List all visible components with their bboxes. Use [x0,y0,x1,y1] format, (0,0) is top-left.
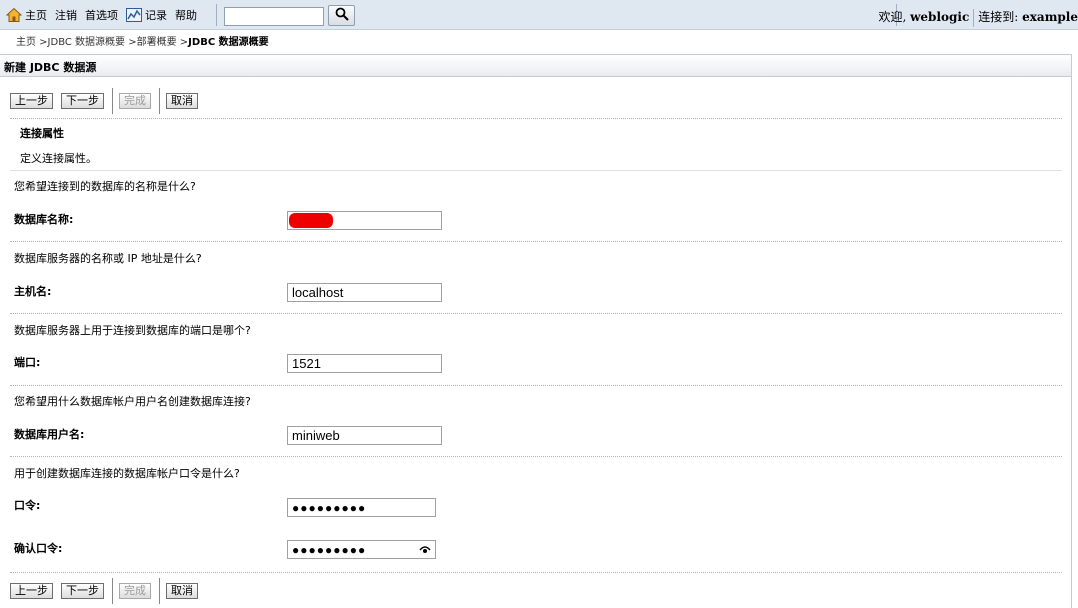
search-button[interactable] [328,5,355,26]
nav-logout-link[interactable]: 注销 [55,7,77,23]
connected-domain: example [1022,10,1078,24]
welcome-text: 欢迎, weblogic 连接到: example [878,8,1078,27]
password-input[interactable]: ●●●●●●●●● [287,498,436,517]
nav-help-label: 帮助 [175,9,197,22]
divider [10,241,1062,242]
section-description: 定义连接属性。 [20,152,97,165]
finish-button[interactable]: 完成 [119,93,151,109]
divider [10,118,1062,119]
nav-links: 主页 注销 首选项 记录 帮助 [5,6,205,24]
port-input[interactable]: 1521 [287,354,442,373]
top-navigation-bar: 主页 注销 首选项 记录 帮助 欢迎, weblogic 连接到: exampl… [0,0,1078,30]
nav-help-link[interactable]: 帮助 [175,7,197,23]
confirm-password-label: 确认口令: [14,542,63,555]
cancel-button[interactable]: 取消 [166,93,198,109]
divider [10,456,1062,457]
welcome-prefix: 欢迎, [878,10,911,24]
panel-border [1071,77,1072,608]
button-divider [159,88,160,114]
back-button[interactable]: 上一步 [10,93,53,109]
database-username-input[interactable]: miniweb [287,426,442,445]
breadcrumb: 主页 >JDBC 数据源概要 >部署概要 >JDBC 数据源概要 [16,33,269,48]
chart-icon [126,7,142,23]
welcome-user: weblogic [910,10,970,24]
search-input[interactable] [224,7,324,26]
panel-title: 新建 JDBC 数据源 [0,54,1072,77]
next-button[interactable]: 下一步 [61,93,104,109]
field-question: 您希望连接到的数据库的名称是什么? [14,180,196,193]
field-question: 数据库服务器上用于连接到数据库的端口是哪个? [14,324,251,337]
connected-prefix: 连接到: [978,10,1023,24]
search-icon [335,7,349,24]
breadcrumb-path[interactable]: 主页 >JDBC 数据源概要 >部署概要 > [16,37,188,48]
field-label: 数据库用户名: [14,428,85,441]
nav-preferences-link[interactable]: 首选项 [85,7,118,23]
bottom-button-row: 上一步 下一步 完成 取消 [10,578,206,604]
nav-home-label: 主页 [25,9,47,22]
divider [10,313,1062,314]
field-label: 端口: [14,356,41,369]
back-button[interactable]: 上一步 [10,583,53,599]
nav-logout-label: 注销 [55,9,77,22]
home-icon [5,7,23,23]
field-question: 您希望用什么数据库帐户用户名创建数据库连接? [14,395,251,408]
top-button-row: 上一步 下一步 完成 取消 [10,88,206,114]
section-title: 连接属性 [20,127,64,140]
nav-divider [216,4,217,26]
confirm-password-value: ●●●●●●●●● [292,542,367,557]
cancel-button[interactable]: 取消 [166,583,198,599]
divider [10,385,1062,386]
field-label: 主机名: [14,285,52,298]
divider [10,170,1062,171]
confirm-password-input[interactable]: ●●●●●●●●● [287,540,436,559]
password-label: 口令: [14,499,41,512]
field-label: 数据库名称: [14,213,74,226]
next-button[interactable]: 下一步 [61,583,104,599]
nav-record-label: 记录 [145,9,167,22]
button-divider [112,88,113,114]
nav-home-link[interactable]: 主页 [5,7,47,23]
button-divider [112,578,113,604]
welcome-separator [973,8,975,27]
breadcrumb-current: JDBC 数据源概要 [188,37,269,48]
nav-preferences-label: 首选项 [85,9,118,22]
host-name-input[interactable]: localhost [287,283,442,302]
nav-record-link[interactable]: 记录 [126,7,167,23]
reveal-password-icon[interactable] [419,545,431,555]
divider [10,572,1062,573]
field-question: 数据库服务器的名称或 IP 地址是什么? [14,252,202,265]
redaction-mark [289,213,333,228]
finish-button[interactable]: 完成 [119,583,151,599]
password-question: 用于创建数据库连接的数据库帐户口令是什么? [14,467,240,480]
button-divider [159,578,160,604]
